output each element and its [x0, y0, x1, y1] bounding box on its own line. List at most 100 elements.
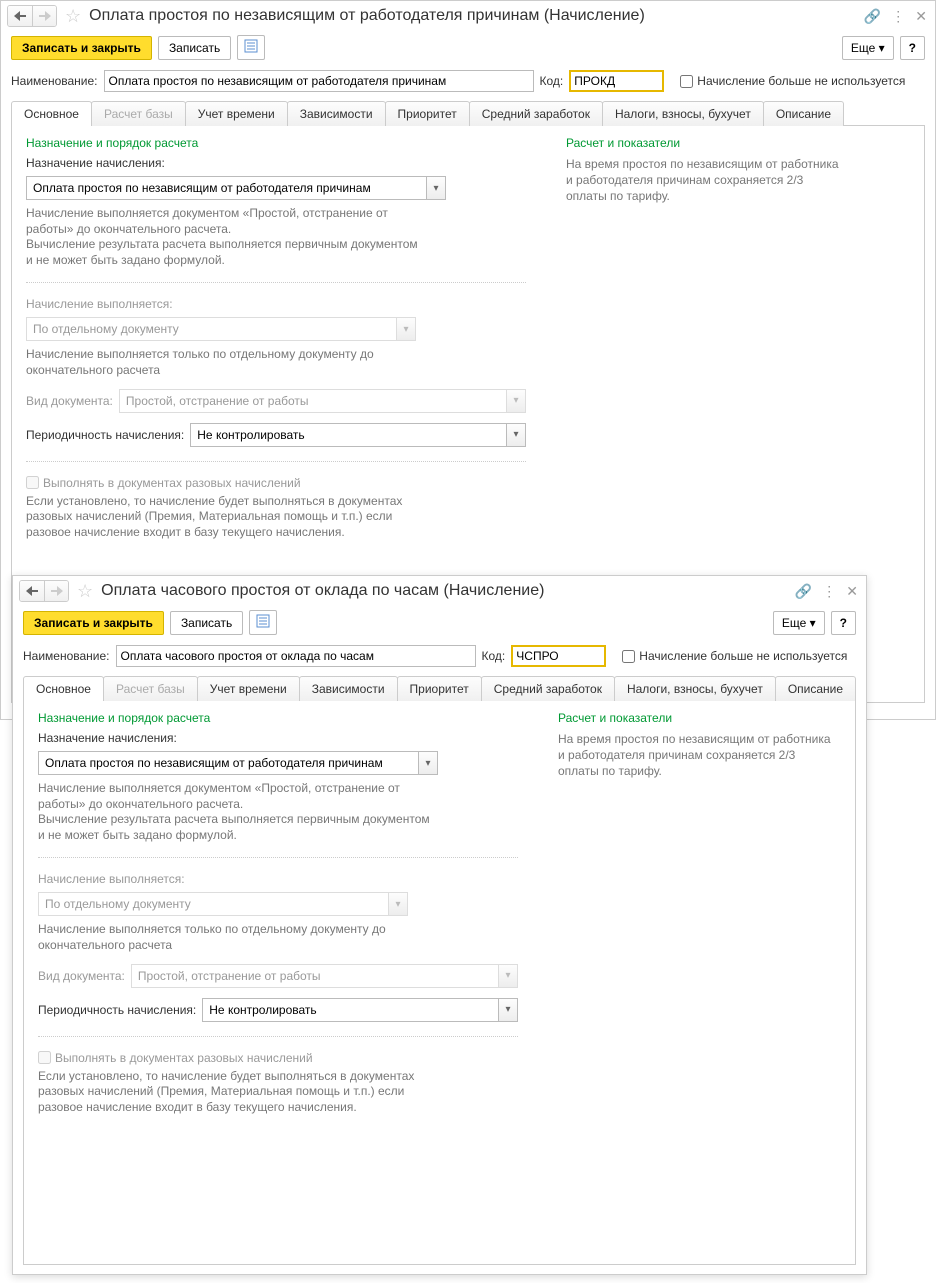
report-icon-button[interactable] [237, 35, 265, 60]
link-icon[interactable]: 🔗 [795, 583, 812, 600]
purpose-select[interactable]: ▾ [38, 751, 438, 775]
period-select[interactable]: ▾ [190, 423, 526, 447]
period-label: Периодичность начисления: [38, 1003, 196, 1017]
name-code-row: Наименование: Код: Начисление больше не … [13, 641, 866, 675]
inactive-checkbox-label: Начисление больше не используется [697, 74, 905, 88]
code-input[interactable] [569, 70, 664, 92]
inactive-checkbox[interactable] [680, 75, 693, 88]
tab-strip: Основное Расчет базы Учет времени Зависи… [23, 675, 856, 700]
purpose-help-text: Начисление выполняется документом «Прост… [26, 206, 426, 268]
purpose-select-input[interactable] [38, 751, 418, 775]
onetime-help-text: Если установлено, то начисление будет вы… [38, 1069, 438, 1116]
chevron-down-icon[interactable]: ▾ [418, 751, 438, 775]
left-column: Назначение и порядок расчета Назначение … [38, 711, 518, 1254]
calc-description: На время простоя по независящим от работ… [566, 156, 846, 205]
doctype-select-input [119, 389, 506, 413]
close-icon[interactable]: ✕ [846, 583, 858, 600]
tab-base[interactable]: Расчет базы [103, 676, 198, 701]
chevron-down-icon: ▾ [498, 964, 518, 988]
code-input[interactable] [511, 645, 606, 667]
chevron-down-icon: ▾ [396, 317, 416, 341]
doctype-select-input [131, 964, 498, 988]
nav-back-button[interactable] [8, 6, 32, 26]
more-button[interactable]: Еще ▾ [842, 36, 894, 60]
period-select[interactable]: ▾ [202, 998, 518, 1022]
nav-forward-button[interactable] [32, 6, 56, 26]
onetime-checkbox-label: Выполнять в документах разовых начислени… [55, 1051, 313, 1065]
inactive-checkbox-label: Начисление больше не используется [639, 649, 847, 663]
tab-time[interactable]: Учет времени [185, 101, 288, 126]
period-select-input[interactable] [202, 998, 498, 1022]
tab-average[interactable]: Средний заработок [469, 101, 603, 126]
save-button[interactable]: Записать [170, 611, 243, 635]
tab-deps[interactable]: Зависимости [299, 676, 398, 701]
inactive-checkbox[interactable] [622, 650, 635, 663]
divider [26, 461, 526, 462]
help-button[interactable]: ? [900, 36, 925, 60]
exec-label: Начисление выполняется: [38, 872, 185, 886]
nav-back-button[interactable] [20, 581, 44, 601]
tab-taxes[interactable]: Налоги, взносы, бухучет [614, 676, 776, 701]
link-icon[interactable]: 🔗 [864, 8, 881, 25]
onetime-checkbox [38, 1051, 51, 1064]
tab-priority[interactable]: Приоритет [385, 101, 470, 126]
section-purpose-title: Назначение и порядок расчета [26, 136, 526, 150]
name-input[interactable] [104, 70, 534, 92]
right-column: Расчет и показатели На время простоя по … [558, 711, 841, 1254]
section-calc-title: Расчет и показатели [566, 136, 910, 150]
toolbar: Записать и закрыть Записать Еще ▾ ? [1, 29, 935, 66]
chevron-down-icon: ▾ [388, 892, 408, 916]
tab-body: Назначение и порядок расчета Назначение … [23, 700, 856, 1265]
kebab-menu-icon[interactable]: ⋮ [891, 8, 905, 25]
name-input[interactable] [116, 645, 476, 667]
chevron-down-icon: ▾ [506, 389, 526, 413]
window-title: Оплата часового простоя от оклада по час… [101, 582, 791, 600]
onetime-help-text: Если установлено, то начисление будет вы… [26, 494, 426, 541]
purpose-select-input[interactable] [26, 176, 426, 200]
onetime-checkbox-wrap: Выполнять в документах разовых начислени… [26, 476, 526, 490]
toolbar: Записать и закрыть Записать Еще ▾ ? [13, 604, 866, 641]
chevron-down-icon[interactable]: ▾ [506, 423, 526, 447]
tab-description[interactable]: Описание [775, 676, 856, 701]
save-and-close-button[interactable]: Записать и закрыть [23, 611, 164, 635]
tab-strip: Основное Расчет базы Учет времени Зависи… [11, 100, 925, 125]
exec-label: Начисление выполняется: [26, 297, 173, 311]
chevron-down-icon[interactable]: ▾ [426, 176, 446, 200]
tab-description[interactable]: Описание [763, 101, 844, 126]
period-select-input[interactable] [190, 423, 506, 447]
inactive-checkbox-wrap: Начисление больше не используется [680, 74, 905, 88]
save-button[interactable]: Записать [158, 36, 231, 60]
kebab-menu-icon[interactable]: ⋮ [822, 583, 836, 600]
purpose-help-text: Начисление выполняется документом «Прост… [38, 781, 438, 843]
code-label: Код: [482, 649, 506, 663]
exec-help-text: Начисление выполняется только по отдельн… [26, 347, 426, 378]
divider [26, 282, 526, 283]
tab-base[interactable]: Расчет базы [91, 101, 186, 126]
nav-forward-button[interactable] [44, 581, 68, 601]
close-icon[interactable]: ✕ [915, 8, 927, 25]
save-and-close-button[interactable]: Записать и закрыть [11, 36, 152, 60]
doctype-label: Вид документа: [26, 394, 113, 408]
purpose-select[interactable]: ▾ [26, 176, 446, 200]
tab-deps[interactable]: Зависимости [287, 101, 386, 126]
code-label: Код: [540, 74, 564, 88]
section-purpose-title: Назначение и порядок расчета [38, 711, 518, 725]
help-button[interactable]: ? [831, 611, 856, 635]
header-bar: ☆ Оплата простоя по независящим от работ… [1, 1, 935, 29]
nav-group [7, 5, 57, 27]
tab-time[interactable]: Учет времени [197, 676, 300, 701]
tab-taxes[interactable]: Налоги, взносы, бухучет [602, 101, 764, 126]
favorite-star-icon[interactable]: ☆ [65, 6, 81, 27]
tab-main[interactable]: Основное [23, 676, 104, 701]
report-icon-button[interactable] [249, 610, 277, 635]
tab-priority[interactable]: Приоритет [397, 676, 482, 701]
more-button[interactable]: Еще ▾ [773, 611, 825, 635]
divider [38, 1036, 518, 1037]
tab-average[interactable]: Средний заработок [481, 676, 615, 701]
chevron-down-icon[interactable]: ▾ [498, 998, 518, 1022]
exec-help-text: Начисление выполняется только по отдельн… [38, 922, 438, 953]
tab-main[interactable]: Основное [11, 101, 92, 126]
period-label: Периодичность начисления: [26, 428, 184, 442]
favorite-star-icon[interactable]: ☆ [77, 581, 93, 602]
divider [38, 857, 518, 858]
